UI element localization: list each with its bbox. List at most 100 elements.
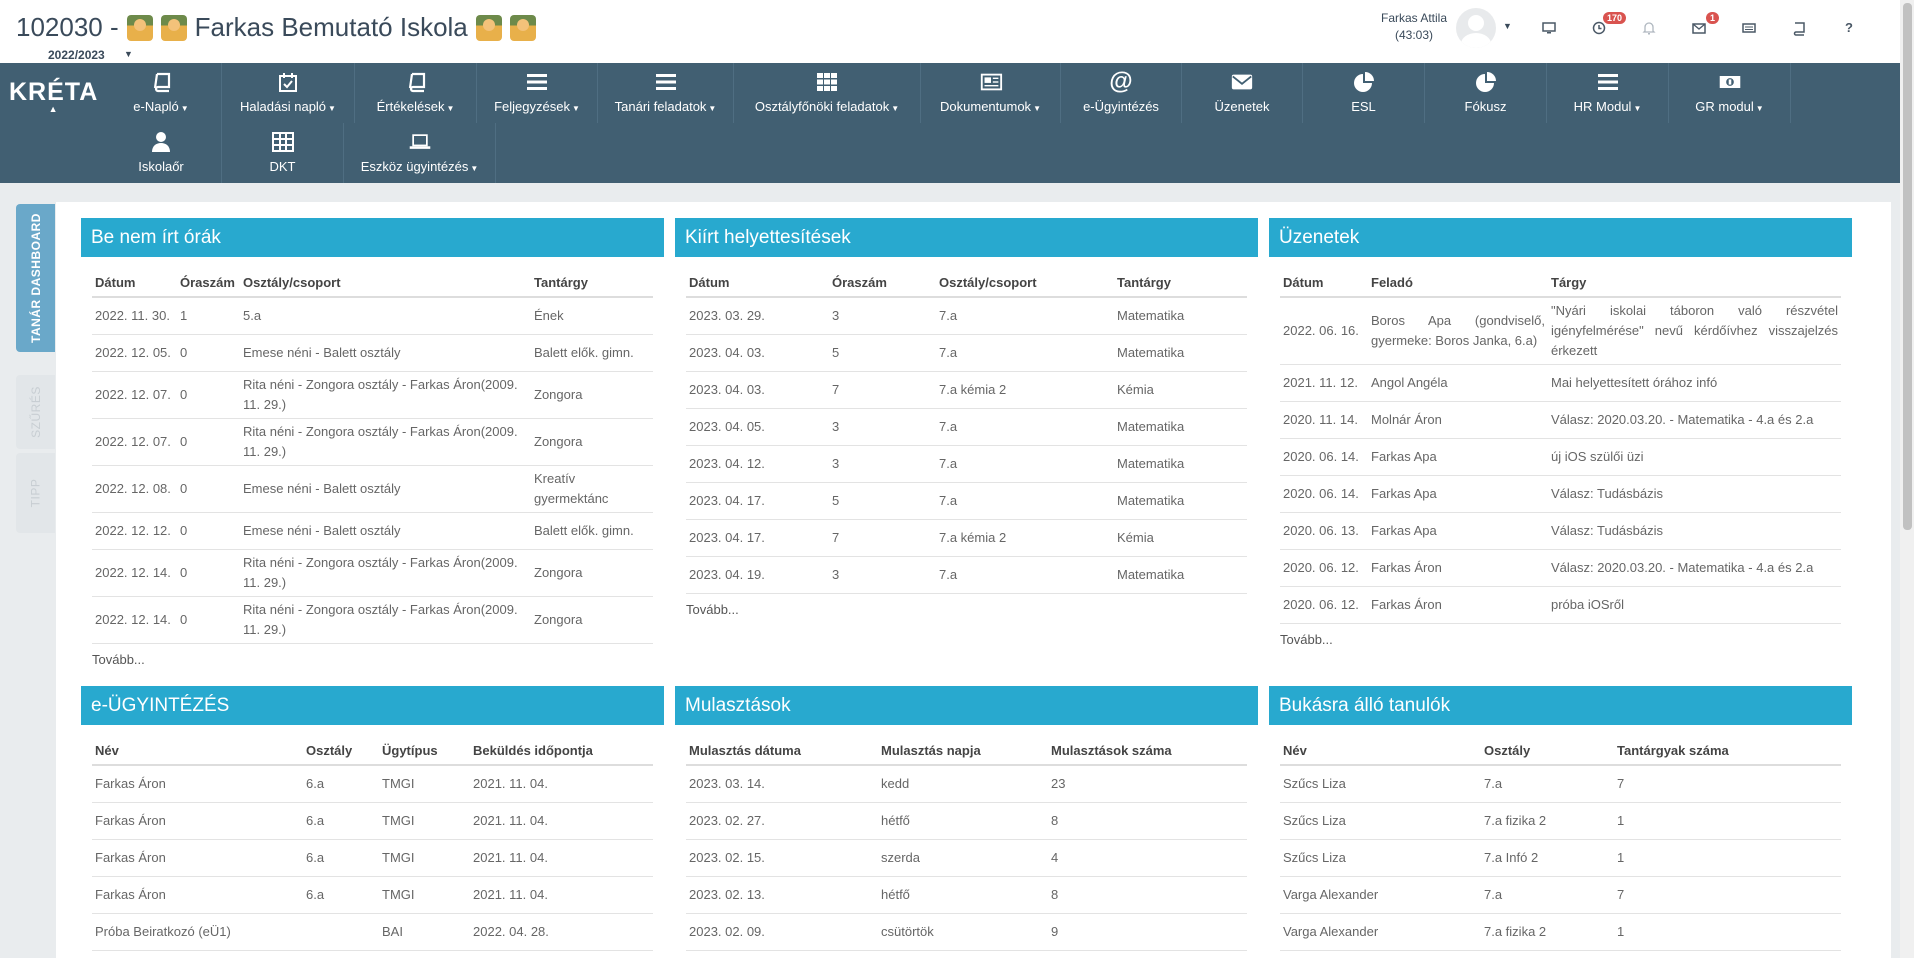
nav-feljegyzesek[interactable]: Feljegyzések ▼ [477, 63, 598, 123]
nav-uzenetek[interactable]: Üzenetek [1182, 63, 1303, 123]
table-row[interactable]: Farkas Áron 6.a TMGI 2021. 11. 04. [92, 839, 653, 877]
nav-osztalyfonoki-feladatok[interactable]: Osztályfőnöki feladatok ▼ [734, 63, 921, 123]
table-row[interactable]: 2022. 12. 14. 0 Rita néni - Zongora osztál… [92, 549, 653, 597]
table-row[interactable]: 2023. 02. 27. hétfő 8 [686, 802, 1247, 840]
nav-iskolaor[interactable]: Iskolaőr [101, 123, 222, 183]
column-header[interactable]: Osztály/csoport [240, 268, 531, 298]
table-row[interactable]: 2023. 02. 13. hétfő 8 [686, 876, 1247, 914]
page-scrollbar-thumb[interactable] [1903, 3, 1912, 530]
column-header[interactable]: Mulasztások száma [1048, 736, 1247, 766]
tab-tanar-dashboard[interactable]: TANÁR DASHBOARD [16, 204, 55, 352]
chevron-down-icon[interactable]: ▼ [124, 49, 133, 59]
column-header[interactable]: Osztály [1481, 736, 1614, 766]
table-cell: Válasz: 2020.03.20. - Matematika - 4.a é… [1548, 549, 1841, 587]
table-row[interactable]: 2020. 06. 14. Farkas Apa új iOS szülői üzi [1280, 438, 1841, 476]
table-row[interactable]: 2023. 04. 17. 7 7.a kémia 2 Kémia [686, 519, 1247, 557]
nav-fokusz[interactable]: Fókusz [1425, 63, 1547, 123]
table-row[interactable]: 2022. 12. 07. 0 Rita néni - Zongora osztál… [92, 371, 653, 419]
column-header[interactable]: Név [1280, 736, 1481, 766]
nav-label: Tanári feladatok [614, 99, 707, 114]
table-row[interactable]: 2023. 04. 03. 5 7.a Matematika [686, 334, 1247, 372]
table-row[interactable]: 2020. 06. 13. Farkas Apa Válasz: Tudásbázi… [1280, 512, 1841, 550]
tab-szures[interactable]: SZŰRÉS [16, 375, 55, 449]
column-header[interactable]: Ügytípus [379, 736, 470, 766]
table-row[interactable]: 2020. 06. 12. Farkas Áron Válasz: 2020.03.… [1280, 549, 1841, 587]
help-button[interactable]: ? [1841, 20, 1857, 36]
nav-haladasi-naplo[interactable]: Haladási napló ▼ [222, 63, 355, 123]
nav-gr-modul[interactable]: GR modul ▼ [1669, 63, 1791, 123]
table-row[interactable]: Szűcs Liza 7.a Infó 21 [1280, 839, 1841, 877]
news-icon[interactable] [1741, 20, 1757, 36]
nav-dokumentumok[interactable]: Dokumentumok ▼ [921, 63, 1061, 123]
column-header[interactable]: Dátum [686, 268, 829, 298]
book-icon[interactable] [1791, 20, 1807, 36]
school-year-selector[interactable]: 2022/2023 [48, 48, 105, 62]
nav-dkt[interactable]: DKT [222, 123, 344, 183]
table-row[interactable]: 2023. 02. 15. szerda 4 [686, 839, 1247, 877]
table-row[interactable]: 2023. 04. 19. 3 7.a Matematika [686, 556, 1247, 594]
column-header[interactable]: Dátum [1280, 268, 1368, 298]
nav-esl[interactable]: ESL [1303, 63, 1425, 123]
column-header[interactable]: Feladó [1368, 268, 1548, 298]
nav-tanari-feladatok[interactable]: Tanári feladatok ▼ [598, 63, 734, 123]
column-header[interactable]: Tantárgy [1114, 268, 1247, 298]
nav-hr-modul[interactable]: HR Modul ▼ [1547, 63, 1669, 123]
table-cell: Zongora [531, 549, 653, 597]
more-link[interactable]: Tovább... [81, 652, 664, 667]
column-header[interactable]: Mulasztás dátuma [686, 736, 878, 766]
monitor-icon[interactable] [1541, 20, 1557, 36]
table-row[interactable]: Farkas Áron 6.a TMGI 2021. 11. 04. [92, 876, 653, 914]
table-header-row: Dátum Feladó Tárgy [1280, 268, 1841, 298]
table-row[interactable]: 2023. 04. 03. 7 7.a kémia 2 Kémia [686, 371, 1247, 409]
column-header[interactable]: Név [92, 736, 303, 766]
nav-ertekelesek[interactable]: Értékelések ▼ [355, 63, 477, 123]
table-row[interactable]: 2022. 11. 30. 1 5.a Ének [92, 297, 653, 335]
column-header[interactable]: Óraszám [829, 268, 936, 298]
table-row[interactable]: 2023. 03. 14. kedd 23 [686, 765, 1247, 803]
table-row[interactable]: 2023. 02. 09. csütörtök 9 [686, 913, 1247, 951]
nav-eszkoz-ugyintezes[interactable]: Eszköz ügyintézés ▼ [344, 123, 496, 183]
table-row[interactable]: 2020. 11. 14. Molnár Áron Válasz: 2020.03.… [1280, 401, 1841, 439]
table-row[interactable]: 2022. 06. 16. Boros Apa (gondviselő, gyer… [1280, 297, 1841, 365]
table-row[interactable]: 2020. 06. 14. Farkas Apa Válasz: Tudásbázi… [1280, 475, 1841, 513]
kreta-logo[interactable]: KRÉTA ▲ [9, 78, 98, 114]
table-row[interactable]: 2023. 04. 17. 5 7.a Matematika [686, 482, 1247, 520]
table-row[interactable]: Varga Alexander 7.a 7 [1280, 876, 1841, 914]
table-row[interactable]: 2022. 12. 14. 0 Rita néni - Zongora osztál… [92, 596, 653, 644]
chevron-down-icon[interactable]: ▼ [1503, 21, 1512, 31]
user-info[interactable]: Farkas Attila (43:03) [1368, 10, 1460, 44]
table-row[interactable]: 2023. 04. 05. 3 7.a Matematika [686, 408, 1247, 446]
tab-tipp[interactable]: TIPP [16, 453, 55, 533]
nav-e-ugyintezes[interactable]: @ e-Ügyintézés [1061, 63, 1182, 123]
column-header[interactable]: Tantárgy [531, 268, 653, 298]
envelope-icon[interactable] [1691, 20, 1707, 36]
column-header[interactable]: Dátum [92, 268, 177, 298]
table-row[interactable]: 2020. 06. 12. Farkas Áron próba iOSről [1280, 586, 1841, 624]
more-link[interactable]: Tovább... [675, 602, 1258, 617]
table-row[interactable]: 2022. 12. 12. 0 Emese néni - Balett osztál… [92, 512, 653, 550]
table-row[interactable]: Próba Beiratkozó (eÜ1) BAI 2022. 04. 28. [92, 913, 653, 951]
column-header[interactable]: Tárgy [1548, 268, 1841, 298]
table-row[interactable]: Varga Alexander 7.a fizika 21 [1280, 913, 1841, 951]
avatar[interactable] [1456, 8, 1496, 48]
table-row[interactable]: 2021. 11. 12. Angol Angéla Mai helyettesít… [1280, 364, 1841, 402]
column-header[interactable]: Óraszám [177, 268, 240, 298]
column-header[interactable]: Osztály/csoport [936, 268, 1114, 298]
column-header[interactable]: Mulasztás napja [878, 736, 1048, 766]
table-row[interactable]: 2022. 12. 08. 0 Emese néni - Balett osztál… [92, 465, 653, 513]
table-row[interactable]: 2022. 12. 05. 0 Emese néni - Balett osztál… [92, 334, 653, 372]
table-row[interactable]: 2023. 04. 12. 3 7.a Matematika [686, 445, 1247, 483]
column-header[interactable]: Tantárgyak száma [1614, 736, 1841, 766]
column-header[interactable]: Beküldés időpontja [470, 736, 653, 766]
bell-icon[interactable] [1641, 20, 1657, 36]
table-row[interactable]: 2023. 03. 29. 3 7.a Matematika [686, 297, 1247, 335]
table-row[interactable]: 2022. 12. 07. 0 Rita néni - Zongora osztál… [92, 418, 653, 466]
column-header[interactable]: Osztály [303, 736, 379, 766]
table-cell: 7.a kémia 2 [936, 371, 1114, 409]
table-row[interactable]: Szűcs Liza 7.a fizika 21 [1280, 802, 1841, 840]
table-row[interactable]: Szűcs Liza 7.a 7 [1280, 765, 1841, 803]
table-row[interactable]: Farkas Áron 6.a TMGI 2021. 11. 04. [92, 765, 653, 803]
more-link[interactable]: Tovább... [1269, 632, 1852, 647]
table-row[interactable]: Farkas Áron 6.a TMGI 2021. 11. 04. [92, 802, 653, 840]
nav-e-naplo[interactable]: e-Napló ▼ [101, 63, 222, 123]
